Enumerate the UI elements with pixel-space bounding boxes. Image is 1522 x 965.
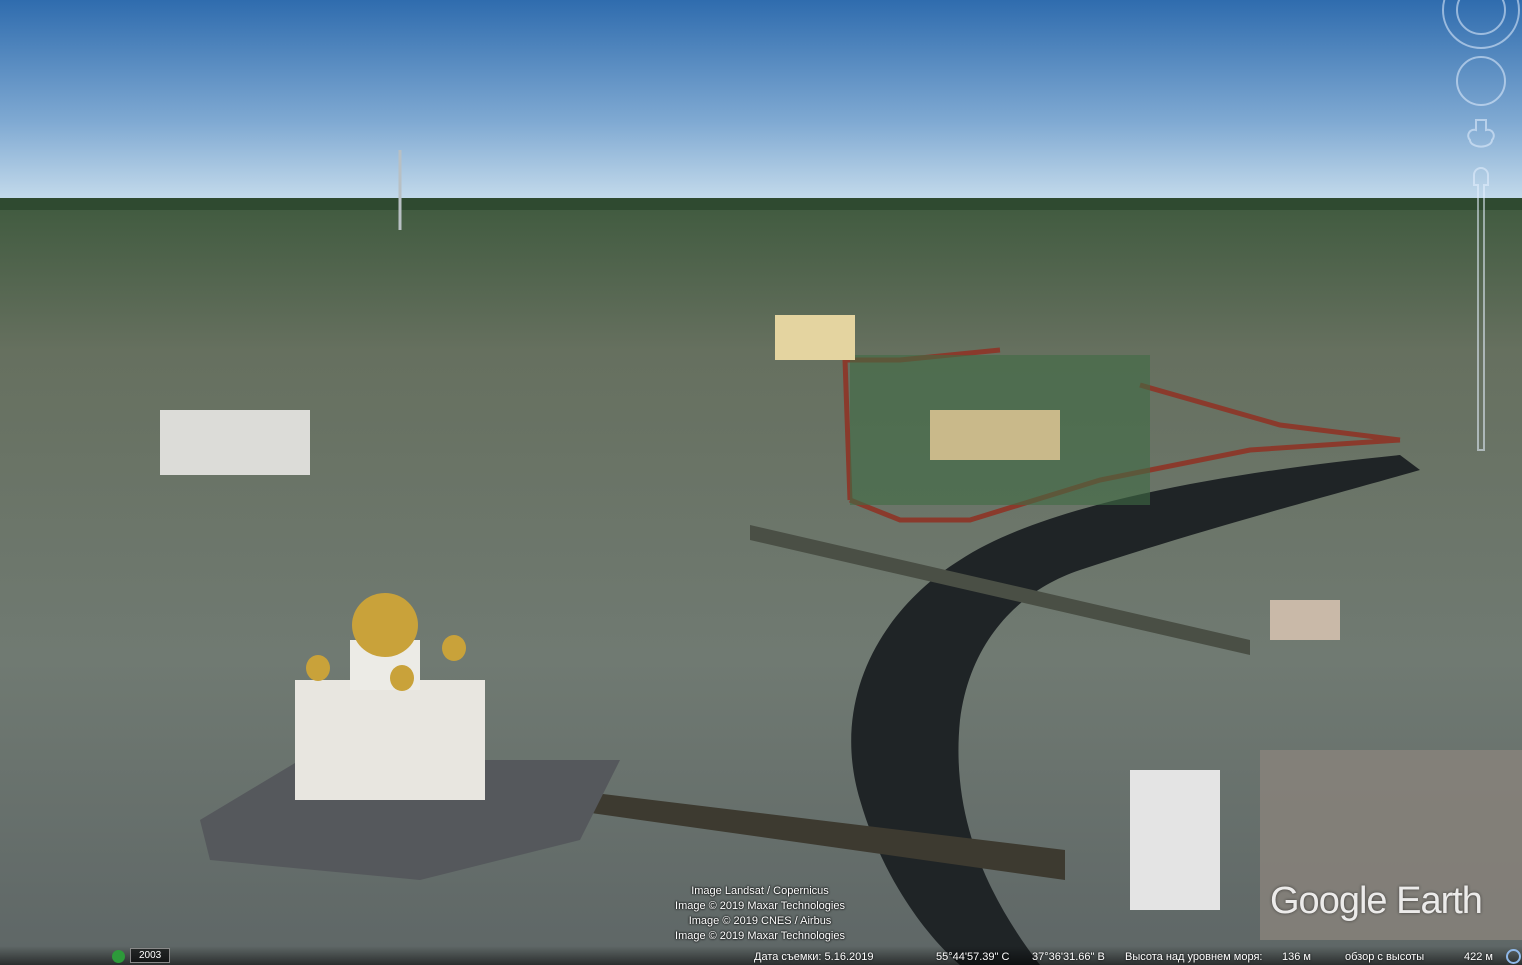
sky [0,0,1522,202]
attribution-line: Image Landsat / Copernicus [691,885,829,897]
building [160,410,310,475]
elevation-label: Высота над уровнем моря: [1125,951,1263,963]
attribution-line: Image © 2019 Maxar Technologies [675,930,845,942]
street-view-pegman-icon[interactable] [1467,119,1495,148]
elevation-value: 136 м [1282,951,1311,963]
navigation-controls [1442,0,1520,451]
eye-altitude-label: обзор с высоты [1345,951,1425,963]
horizon [0,198,1522,210]
streaming-progress-icon [1506,949,1521,964]
eye-altitude-value: 422 м [1464,951,1493,963]
move-joystick-icon[interactable] [1456,56,1506,106]
latitude: 55°44'57.39" С [936,951,1010,963]
building [1130,770,1220,910]
attribution-line: Image © 2019 Maxar Technologies [675,900,845,912]
google-earth-logo: Google Earth [1270,880,1483,922]
historical-imagery-clock-icon[interactable] [112,950,125,963]
earth-3d-view[interactable] [0,0,1522,965]
imagery-date: Дата съемки: 5.16.2019 [754,951,874,963]
longitude: 37°36'31.66" В [1032,951,1105,963]
look-joystick-icon[interactable] [1442,0,1520,49]
historical-imagery-year[interactable]: 2003 [130,948,171,963]
grand-kremlin-palace [930,410,1060,460]
building [1270,600,1340,640]
imagery-attribution: Image Landsat / Copernicus Image © 2019 … [600,884,920,944]
building [775,315,855,360]
zoom-slider-icon[interactable] [1473,167,1489,451]
attribution-line: Image © 2019 CNES / Airbus [688,915,832,927]
status-bar: Дата съемки: 5.16.2019 55°44'57.39" С 37… [0,946,1522,965]
